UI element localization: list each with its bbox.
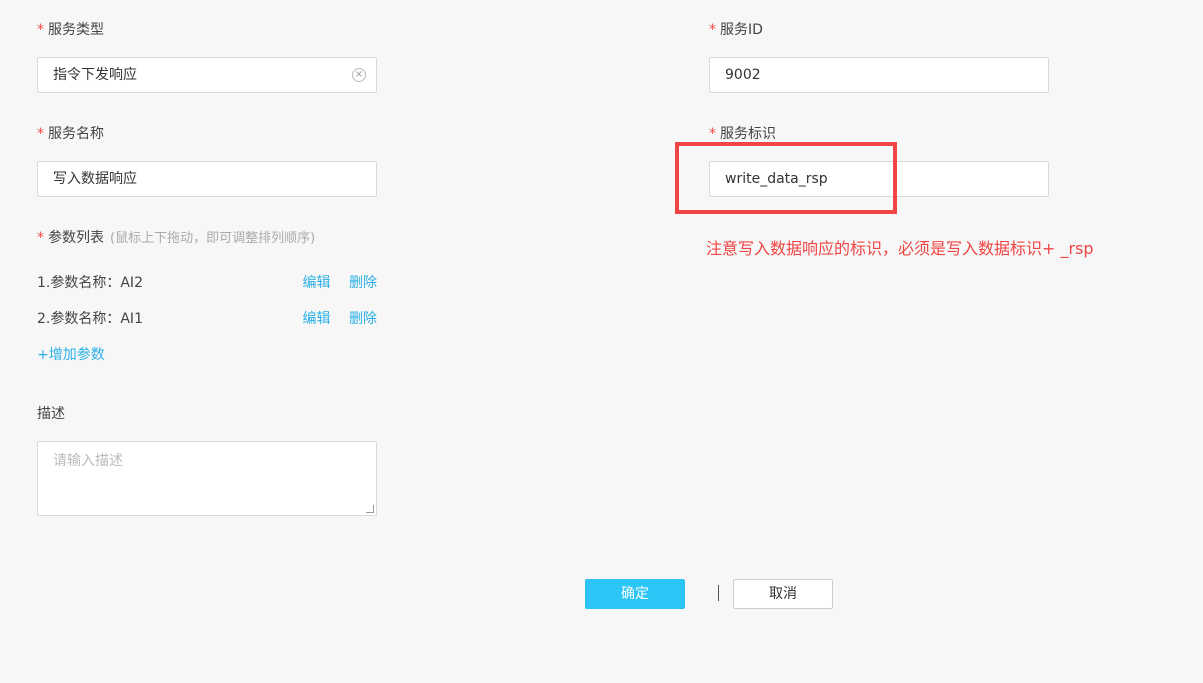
param-name: 1.参数名称：AI2	[37, 275, 143, 291]
service-id-label: * 服务ID	[709, 22, 763, 38]
description-placeholder: 请输入描述	[53, 453, 123, 469]
cancel-button[interactable]: 取消	[733, 579, 833, 609]
service-form-page: * 服务类型 指令下发响应 × * 服务ID 9002 * 服务名称 写入数据响应 *…	[0, 0, 1203, 683]
annotation-note: 注意写入数据响应的标识，必须是写入数据标识+ _rsp	[706, 239, 1094, 258]
param-name: 2.参数名称：AI1	[37, 311, 143, 327]
required-mark: *	[37, 230, 44, 246]
service-identifier-label: * 服务标识	[709, 126, 776, 142]
service-type-select[interactable]: 指令下发响应 ×	[37, 57, 377, 93]
description-label: 描述	[37, 406, 65, 422]
annotation-highlight-box	[675, 142, 897, 214]
required-mark: *	[709, 22, 716, 38]
param-list-hint: (鼠标上下拖动，即可调整排列顺序)	[110, 231, 316, 246]
confirm-button[interactable]: 确定	[585, 579, 685, 609]
param-row[interactable]: 2.参数名称：AI1 编辑 删除	[37, 309, 377, 329]
service-name-input[interactable]: 写入数据响应	[37, 161, 377, 197]
resize-grip-icon[interactable]	[366, 505, 374, 513]
clear-icon[interactable]: ×	[352, 68, 366, 82]
edit-param-link[interactable]: 编辑	[303, 275, 331, 291]
delete-param-link[interactable]: 删除	[349, 311, 377, 327]
edit-param-link[interactable]: 编辑	[303, 311, 331, 327]
add-param-link[interactable]: +增加参数	[37, 345, 105, 365]
required-mark: *	[709, 126, 716, 142]
param-row[interactable]: 1.参数名称：AI2 编辑 删除	[37, 273, 377, 293]
button-separator	[718, 585, 719, 601]
description-textarea[interactable]: 请输入描述	[37, 441, 377, 516]
service-type-label: * 服务类型	[37, 22, 104, 38]
delete-param-link[interactable]: 删除	[349, 275, 377, 291]
service-name-label: * 服务名称	[37, 126, 104, 142]
param-list-label: * 参数列表 (鼠标上下拖动，即可调整排列顺序)	[37, 230, 316, 246]
service-id-input[interactable]: 9002	[709, 57, 1049, 93]
required-mark: *	[37, 22, 44, 38]
required-mark: *	[37, 126, 44, 142]
